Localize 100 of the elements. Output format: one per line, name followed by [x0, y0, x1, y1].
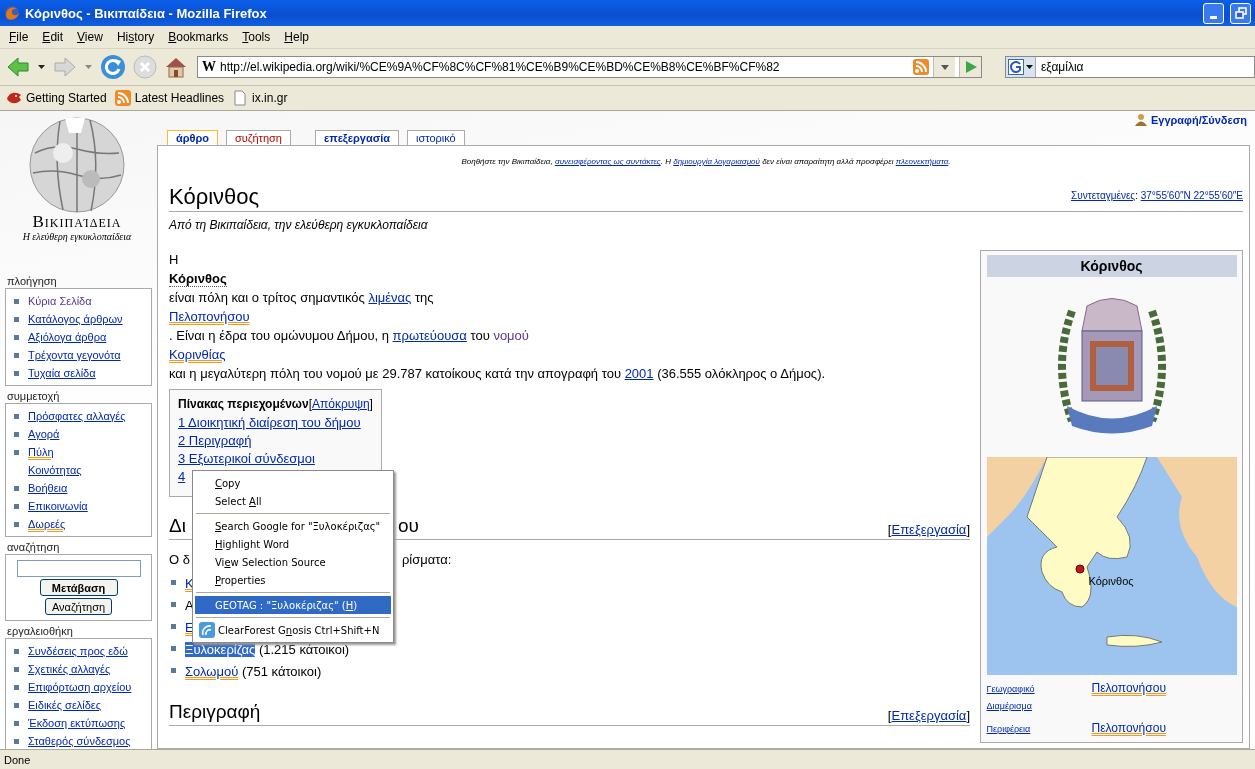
- link[interactable]: πρωτεύουσα: [392, 328, 467, 343]
- bullet-icon: [171, 602, 176, 607]
- link[interactable]: Ειδικές σελίδες: [28, 699, 102, 711]
- visited-link[interactable]: Κύρια Σελίδα: [28, 295, 92, 307]
- bullet-icon: [14, 414, 19, 419]
- menu-item[interactable]: History: [109, 30, 162, 44]
- menu-item[interactable]: GEOTAG : "Ξυλοκέριζας" (H): [195, 596, 391, 614]
- bold-term: Κόρινθος: [169, 271, 227, 287]
- list-text: Σολωμού (751 κάτοικοι): [185, 663, 322, 681]
- link[interactable]: Έκδοση εκτύπωσης: [28, 717, 126, 729]
- toc-link[interactable]: 1 Διοικητική διαίρεση του δήμου: [178, 414, 373, 432]
- caret-icon: [85, 65, 92, 69]
- edit-link[interactable]: Επεξεργασία: [891, 708, 967, 723]
- page-tab[interactable]: επεξεργασία: [315, 130, 399, 145]
- menu-item[interactable]: Bookmarks: [161, 30, 236, 44]
- page-tab[interactable]: ιστορικό: [407, 130, 465, 145]
- toc-title: Πίνακας περιεχομένων: [178, 397, 309, 411]
- paragraph-text: είναι πόλη και ο τρίτος σημαντικός λιμένας της: [169, 290, 434, 305]
- link[interactable]: 2001: [624, 366, 654, 381]
- caret-icon: [1026, 65, 1033, 69]
- link[interactable]: δημιουργία λογαριασμού: [673, 157, 760, 166]
- link[interactable]: Επιφόρτωση αρχείου: [28, 681, 132, 693]
- menu-item[interactable]: Help: [277, 30, 316, 44]
- link[interactable]: Τυχαία σελίδα: [28, 367, 96, 379]
- page-tab[interactable]: άρθρο: [167, 130, 219, 145]
- bullet-icon: [14, 685, 19, 690]
- bullet-icon: [14, 432, 19, 437]
- toc-link[interactable]: 2 Περιγραφή: [178, 432, 373, 450]
- menu-item[interactable]: Edit: [35, 30, 71, 44]
- bookmark-item[interactable]: Latest Headlines: [114, 90, 225, 106]
- tagged-link[interactable]: Δωρεές: [28, 518, 66, 530]
- bookmark-item[interactable]: ix.in.gr: [232, 90, 288, 106]
- link[interactable]: Βοήθεια: [28, 482, 68, 494]
- tagged-link[interactable]: Κορινθίας: [169, 347, 226, 362]
- restore-button[interactable]: [1230, 2, 1251, 24]
- link[interactable]: Σχετικές αλλαγές: [28, 663, 111, 675]
- link[interactable]: Γεωγραφικό Διαμέρισμα: [986, 681, 1077, 715]
- infobox-title: Κόρινθος: [986, 255, 1237, 277]
- link[interactable]: Περιφέρεια: [986, 721, 1077, 738]
- paragraph-text: . Είναι η έδρα του ομώνυμου Δήμου, η πρωτεύουσα του νομού: [169, 328, 529, 343]
- paragraph-text: ρίσματα:: [401, 552, 452, 567]
- menu-item[interactable]: View: [70, 30, 110, 44]
- bookmark-item[interactable]: Getting Started: [6, 90, 107, 106]
- link[interactable]: 37°55′60″N 22°55′60″E: [1140, 190, 1243, 201]
- tagged-link[interactable]: Πελοπονήσου: [169, 309, 250, 324]
- dropdown-button[interactable]: [933, 57, 955, 77]
- section-heading: Δι: [169, 515, 186, 537]
- edit-link[interactable]: Επεξεργασία: [891, 522, 967, 537]
- g-letter-icon: [1008, 59, 1024, 75]
- link[interactable]: Κατάλογος άρθρων: [28, 313, 123, 325]
- search-engine-button[interactable]: [1006, 57, 1036, 77]
- link[interactable]: Τρέχοντα γεγονότα: [28, 349, 121, 361]
- search-button[interactable]: Αναζήτηση: [44, 598, 113, 615]
- page-title: Κόρινθος: [169, 183, 260, 211]
- bullet-icon: [14, 353, 19, 358]
- menu-item[interactable]: Highlight Word: [195, 535, 391, 553]
- left-arrow-icon: [6, 56, 30, 78]
- search-input[interactable]: [16, 560, 141, 577]
- reload-button[interactable]: [98, 52, 128, 82]
- status-text: Done: [4, 753, 31, 766]
- menu-item[interactable]: Search Google for "Ξυλοκέριζας": [195, 517, 391, 535]
- logo-subtitle: Η ελεύθερη εγκυκλοπαίδεια: [22, 231, 132, 242]
- login-link[interactable]: Εγγραφή/Σύνδεση: [1134, 113, 1247, 126]
- tagged-link[interactable]: Πελοπονήσου: [1091, 681, 1166, 715]
- link[interactable]: Αγορά: [28, 428, 60, 440]
- link[interactable]: Κοινότητας: [28, 464, 82, 476]
- visited-link[interactable]: νομού: [493, 328, 529, 343]
- menu-item[interactable]: Tools: [235, 30, 278, 44]
- go-button[interactable]: Μετάβαση: [39, 579, 118, 596]
- w-letter-icon: W: [198, 59, 216, 75]
- menu-item[interactable]: Properties: [195, 571, 391, 589]
- menu-item[interactable]: Copy: [195, 474, 391, 492]
- toc-link[interactable]: 3 Εξωτερικοί σύνδεσμοι: [178, 450, 373, 468]
- page-subtitle: Από τη Βικιπαίδεια, την ελεύθερη εγκυκλοπαίδεια: [169, 217, 429, 234]
- link[interactable]: λιμένας: [368, 290, 412, 305]
- portlet-title: εργαλειοθήκη: [6, 624, 74, 638]
- link[interactable]: Πρόσφατες αλλαγές: [28, 410, 126, 422]
- address-field[interactable]: W http://el.wikipedia.org/wiki/%CE%9A%CF%8C%CF%81%CE%B9%CE%BD%CE%B8%CE%BF%CF%82: [197, 56, 982, 78]
- link[interactable]: Συνδέσεις προς εδώ: [28, 645, 128, 657]
- search-field[interactable]: εξαμίλια: [1005, 56, 1255, 78]
- link[interactable]: Σταθερός σύνδεσμος: [28, 735, 131, 747]
- menu-item[interactable]: View Selection Source: [195, 553, 391, 571]
- menu-item[interactable]: Select All: [195, 492, 391, 510]
- reload-icon: [100, 54, 126, 80]
- menu-item[interactable]: File: [2, 30, 36, 44]
- paragraph-text: Η: [169, 252, 179, 267]
- link[interactable]: συνεισφέροντας ως συντάκτες: [554, 157, 661, 166]
- minimize-button[interactable]: [1203, 2, 1224, 24]
- bullet-icon: [14, 739, 19, 744]
- link[interactable]: Αξιόλογα άρθρα: [28, 331, 107, 343]
- portlet-title: συμμετοχή: [6, 389, 61, 403]
- menu-item[interactable]: ClearForest Gnosis Ctrl+Shift+N: [195, 621, 391, 639]
- page-tab[interactable]: συζήτηση: [226, 130, 291, 145]
- firefox-icon: [4, 5, 20, 21]
- tagged-link[interactable]: Πύλη: [28, 446, 54, 458]
- bullet-icon: [14, 317, 19, 322]
- link[interactable]: Επικοινωνία: [28, 500, 88, 512]
- tagged-link[interactable]: Σολωμού: [185, 664, 239, 679]
- link[interactable]: Απόκρυψη: [312, 397, 370, 411]
- tagged-link[interactable]: Πελοπονήσου: [1091, 721, 1166, 738]
